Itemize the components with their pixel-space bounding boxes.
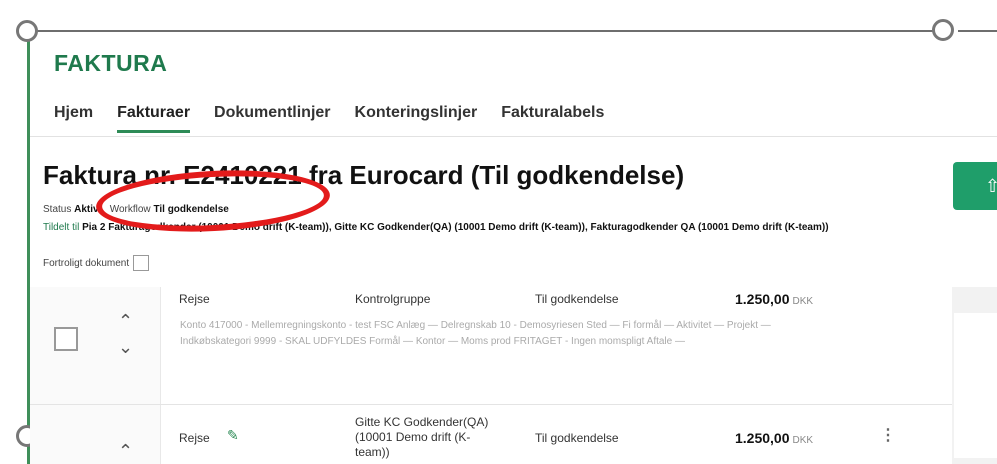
tab-konteringslinjer[interactable]: Konteringslinjer (355, 104, 478, 133)
table-row[interactable]: ⌃ ⌄ Rejse Kontrolgruppe Til godkendelse … (30, 287, 952, 405)
row-type: Rejse (179, 292, 210, 306)
assigned-label: Tildelt til (43, 222, 80, 233)
row-status: Til godkendelse (535, 431, 619, 445)
table-row[interactable]: ⌃ Rejse ✎ Gitte KC Godkender(QA) (10001 … (30, 405, 952, 464)
invoice-lines: ⌃ ⌄ Rejse Kontrolgruppe Til godkendelse … (30, 287, 952, 464)
chevron-up-icon[interactable]: ⌃ (118, 311, 133, 332)
row-approver-line: team)) (355, 445, 390, 459)
pencil-icon[interactable]: ✎ (227, 427, 239, 444)
kebab-menu-icon[interactable]: ⋮ (880, 425, 896, 445)
selection-frame-top-right (958, 30, 997, 32)
row-currency: DKK (792, 435, 814, 446)
row-amount-value: 1.250,00 (735, 430, 790, 446)
resize-handle-top-right[interactable] (932, 19, 954, 41)
side-panel (952, 287, 997, 464)
row-posting-details: Konto 417000 - Mellemregningskonto - tes… (180, 320, 771, 347)
chevron-up-icon[interactable]: ⌃ (118, 441, 133, 462)
tab-fakturalabels[interactable]: Fakturalabels (501, 104, 604, 133)
row-amount: 1.250,00 DKK (735, 430, 813, 446)
row-approver-line: (10001 Demo drift (K- (355, 430, 471, 444)
confidential-line: Fortroligt dokument (43, 255, 150, 271)
action-button[interactable]: ⇧ (953, 162, 997, 210)
confidential-label: Fortroligt dokument (43, 257, 130, 269)
confidential-checkbox[interactable] (133, 255, 150, 271)
row-currency: DKK (792, 296, 814, 307)
status-value: Aktiv (74, 204, 99, 215)
tab-dokumentlinjer[interactable]: Dokumentlinjer (214, 104, 330, 133)
app-title: FAKTURA (54, 50, 168, 76)
row-type: Rejse (179, 431, 210, 445)
tab-fakturaer[interactable]: Fakturaer (117, 104, 191, 133)
nav-divider (30, 136, 997, 137)
row-select-checkbox[interactable] (54, 327, 78, 351)
row-approver: Gitte KC Godkender(QA) (10001 Demo drift… (355, 415, 488, 460)
row-approver: Kontrolgruppe (355, 292, 431, 306)
row-amount: 1.250,00 DKK (735, 291, 813, 307)
chevron-down-icon[interactable]: ⌄ (118, 337, 133, 358)
row-divider (160, 405, 161, 464)
row-amount-value: 1.250,00 (735, 291, 790, 307)
main-nav: Hjem Fakturaer Dokumentlinjer Konterings… (54, 104, 604, 133)
resize-handle-top-left[interactable] (16, 20, 38, 42)
row-approver-line: Gitte KC Godkender(QA) (355, 415, 489, 429)
upload-icon: ⇧ (985, 176, 997, 196)
row-status: Til godkendelse (535, 292, 619, 306)
row-divider (160, 287, 161, 404)
status-label: Status (43, 204, 72, 215)
selection-frame-top (27, 30, 943, 32)
tab-hjem[interactable]: Hjem (54, 104, 93, 133)
side-panel-content (954, 313, 997, 458)
